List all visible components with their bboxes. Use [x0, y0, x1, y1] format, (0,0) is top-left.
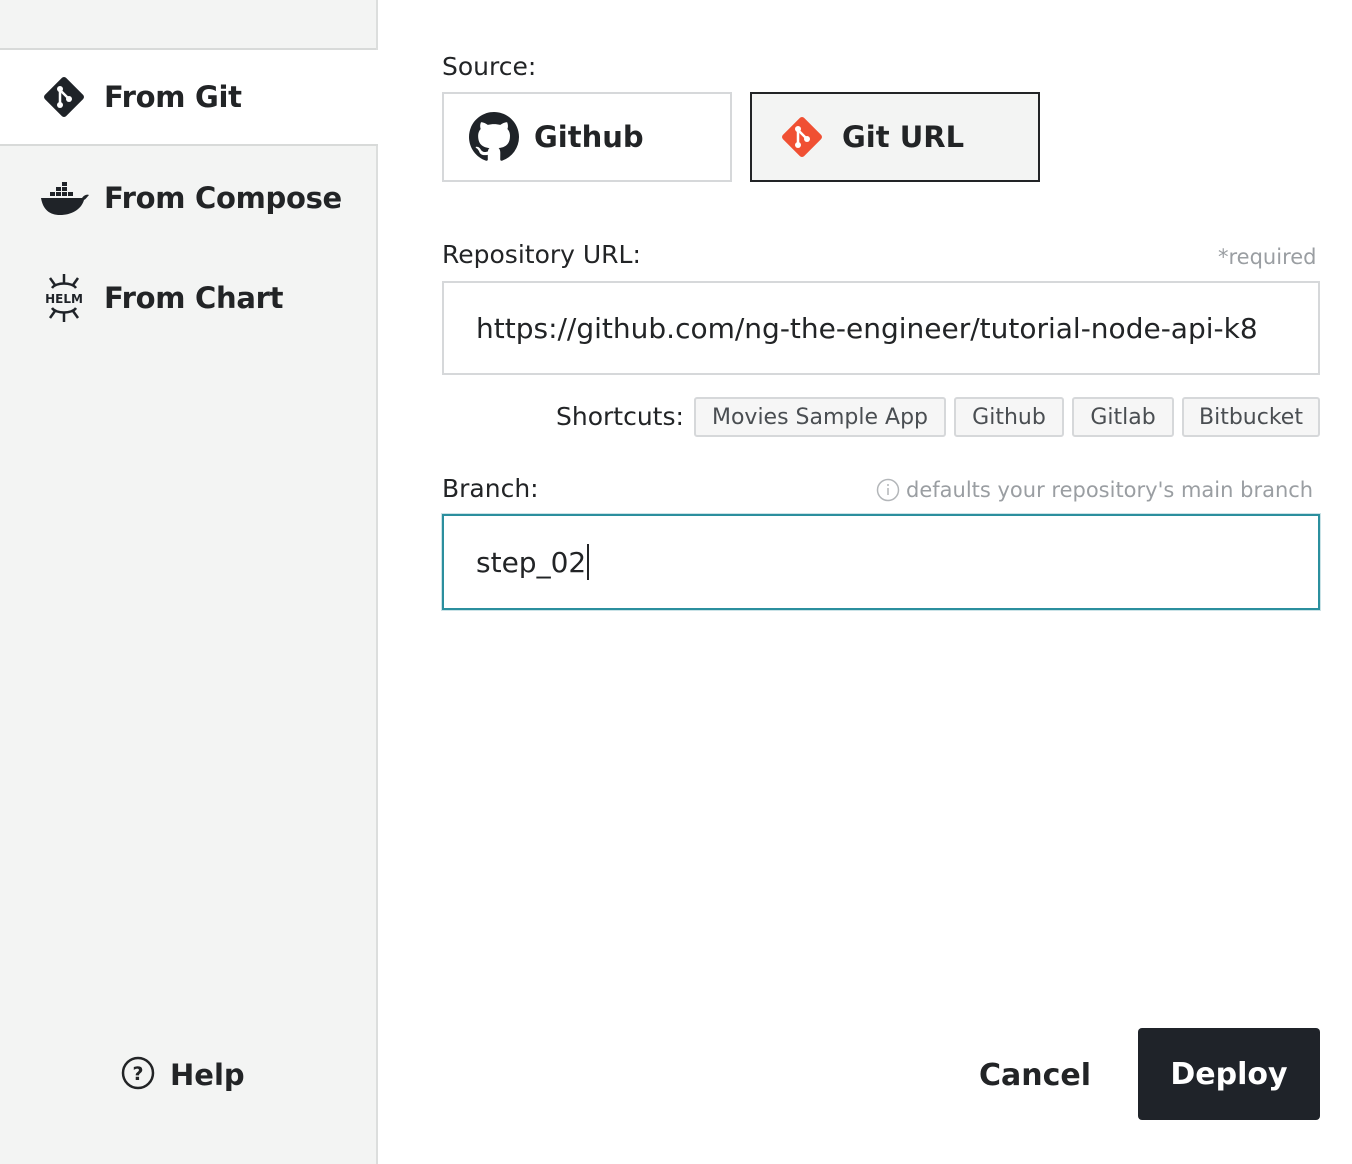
source-label: Source:: [442, 52, 537, 81]
sidebar-item-from-chart[interactable]: HELM From Chart: [0, 250, 378, 346]
help-icon: ?: [120, 1055, 156, 1095]
git-icon: [38, 71, 90, 123]
branch-hint: defaults your repository's main branch: [876, 478, 1313, 502]
sidebar-item-label: From Compose: [104, 181, 342, 215]
sidebar-top-strip: [0, 0, 376, 50]
git-icon: [776, 111, 828, 163]
sidebar: From Git From Compose HELM From Chart ? …: [0, 0, 378, 1164]
docker-icon: [38, 172, 90, 224]
shortcut-gitlab[interactable]: Gitlab: [1072, 397, 1174, 437]
repository-url-input[interactable]: https://github.com/ng-the-engineer/tutor…: [442, 281, 1320, 375]
helm-icon: HELM: [38, 272, 90, 324]
source-git-url-button[interactable]: Git URL: [750, 92, 1040, 182]
info-icon: [876, 478, 900, 502]
branch-hint-text: defaults your repository's main branch: [906, 478, 1314, 502]
branch-input[interactable]: step_02: [442, 514, 1320, 610]
source-github-button[interactable]: Github: [442, 92, 732, 182]
help-link[interactable]: ? Help: [120, 1052, 245, 1098]
sidebar-item-from-compose[interactable]: From Compose: [0, 150, 378, 246]
required-hint: *required: [1218, 245, 1317, 269]
github-icon: [468, 111, 520, 163]
shortcuts-label: Shortcuts:: [556, 402, 684, 431]
repository-url-value: https://github.com/ng-the-engineer/tutor…: [476, 311, 1258, 345]
branch-label: Branch:: [442, 474, 539, 503]
cancel-button[interactable]: Cancel: [960, 1030, 1110, 1120]
branch-value: step_02: [476, 545, 587, 579]
shortcut-github[interactable]: Github: [954, 397, 1064, 437]
sidebar-item-label: From Chart: [104, 281, 284, 315]
shortcut-movies-sample-app[interactable]: Movies Sample App: [694, 397, 946, 437]
svg-text:HELM: HELM: [45, 292, 83, 306]
repository-url-label: Repository URL:: [442, 240, 641, 269]
text-caret: [587, 544, 590, 580]
help-label: Help: [170, 1058, 245, 1092]
source-option-label: Github: [534, 120, 644, 154]
shortcut-bitbucket[interactable]: Bitbucket: [1182, 397, 1320, 437]
sidebar-item-label: From Git: [104, 80, 242, 114]
source-option-label: Git URL: [842, 120, 965, 154]
deploy-button[interactable]: Deploy: [1138, 1028, 1320, 1120]
svg-text:?: ?: [132, 1063, 143, 1085]
sidebar-item-from-git[interactable]: From Git: [0, 50, 378, 146]
